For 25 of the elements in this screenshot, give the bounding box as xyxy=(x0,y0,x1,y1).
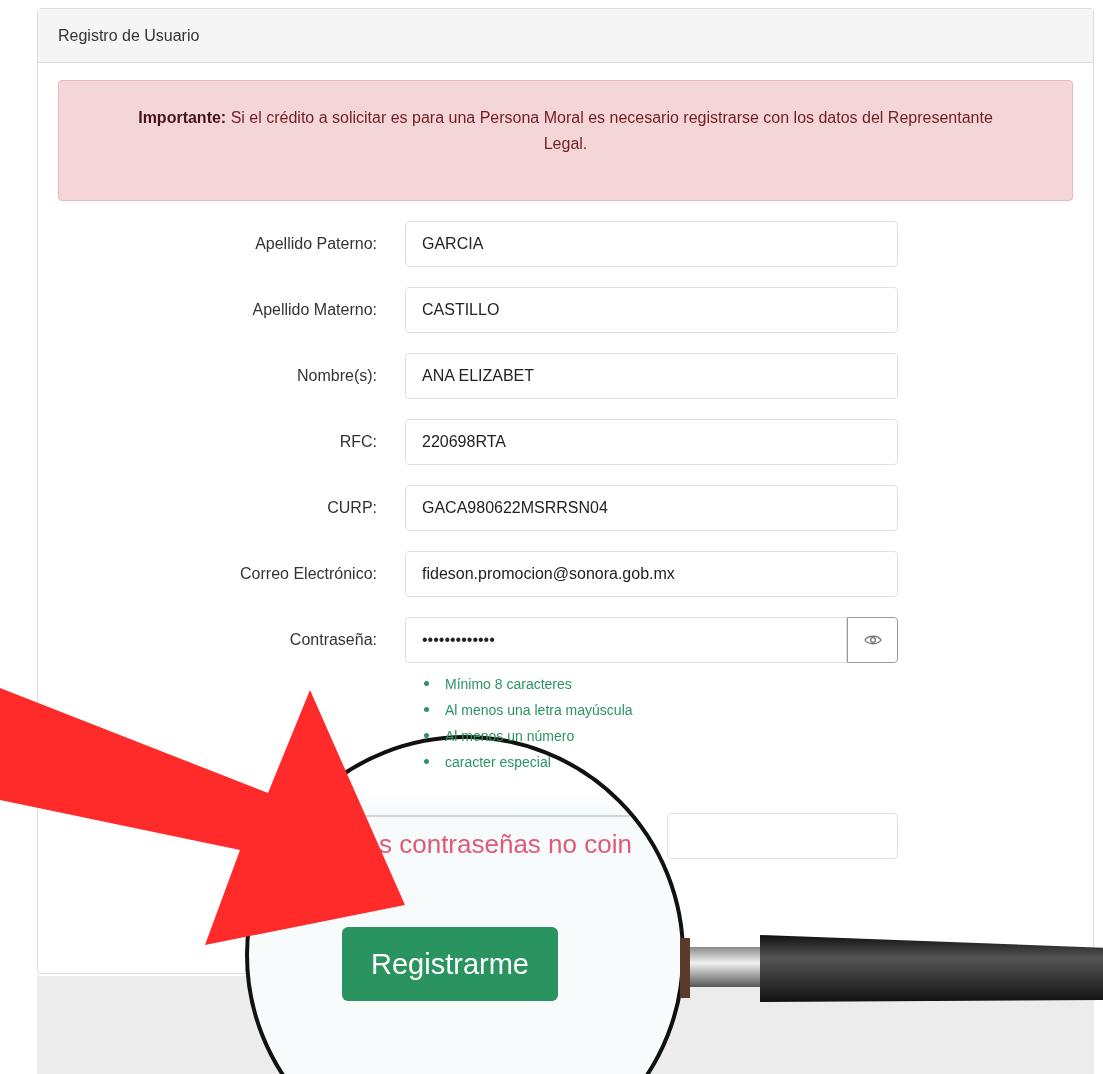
field-label: Contraseña: xyxy=(288,631,377,649)
input-field[interactable]: CASTILLO xyxy=(405,287,898,333)
show-password-button[interactable] xyxy=(847,617,898,663)
password-rule: Al menos un número xyxy=(424,723,633,749)
confirm-password-field[interactable] xyxy=(667,813,898,859)
panel-title: Registro de Usuario xyxy=(38,9,1093,63)
error-text: s contraseñas no coin xyxy=(379,829,632,860)
eye-icon xyxy=(863,634,882,646)
input-field[interactable]: 220698RTA xyxy=(405,419,898,465)
field-label: Apellido Paterno: xyxy=(254,235,377,253)
password-field[interactable]: ••••••••••••• xyxy=(405,617,847,663)
field-label: Nombre(s): xyxy=(296,367,377,385)
input-field[interactable]: GARCIA xyxy=(405,221,898,267)
input-field[interactable]: ANA ELIZABET xyxy=(405,353,898,399)
input-field[interactable]: GACA980622MSRRSN04 xyxy=(405,485,898,531)
field-label: CURP: xyxy=(326,499,377,517)
password-rule: Al menos una letra mayúscula xyxy=(424,697,633,723)
field-label: Apellido Materno: xyxy=(251,301,377,319)
input-field[interactable]: fideson.promocion@sonora.gob.mx xyxy=(405,551,898,597)
register-button[interactable]: Registrarme xyxy=(342,927,558,1001)
password-rule: Mínimo 8 caracteres xyxy=(424,671,633,697)
alert-message: Importante: Si el crédito a solicitar es para una Persona Moral es necesario registrarse con los datos del Representante Legal. xyxy=(58,80,1073,201)
password-rule: caracter especial xyxy=(424,749,633,775)
field-label: RFC: xyxy=(338,433,377,451)
field-label: Correo Electrónico: xyxy=(239,565,377,583)
